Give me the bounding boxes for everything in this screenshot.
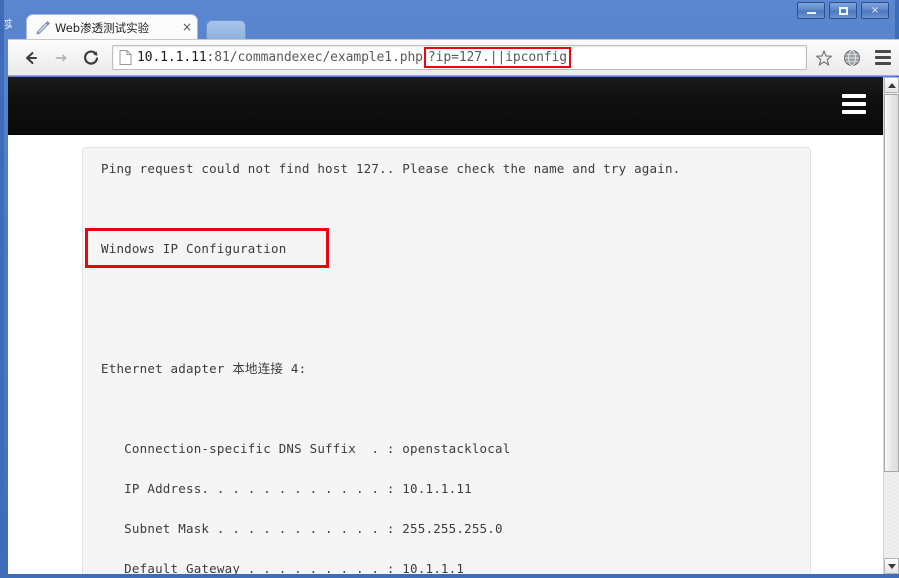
tab-title: Web渗透测试实验 — [55, 20, 150, 35]
url-path: :81/commandexec/example1.php — [206, 50, 423, 65]
navbar-toggle-button[interactable] — [837, 89, 871, 119]
hamburger-bar — [875, 56, 891, 59]
title-bar — [4, 0, 899, 12]
browser-window: 实 × Web渗透测试实验 × 10.1.1.11:81/commandexec… — [0, 0, 899, 578]
triangle-down-icon — [887, 563, 896, 569]
new-tab-button[interactable] — [206, 20, 246, 40]
url-host: 10.1.1.11 — [137, 50, 207, 65]
scroll-down-button[interactable] — [884, 558, 899, 574]
console-line — [101, 402, 792, 442]
reload-button[interactable] — [76, 43, 106, 73]
window-controls: × — [797, 2, 889, 19]
address-bar[interactable]: 10.1.1.11:81/commandexec/example1.php ?ip… — [112, 45, 807, 70]
console-line-ethernet-adapter: Ethernet adapter 本地连接 4: — [101, 361, 307, 376]
console-line — [101, 322, 792, 362]
console-line-default-gateway: Default Gateway . . . . . . . . . : 10.1… — [101, 561, 465, 575]
page-scrollbar[interactable] — [883, 77, 899, 574]
back-button[interactable] — [16, 43, 46, 73]
console-line-dns-suffix: Connection-specific DNS Suffix . : opens… — [101, 441, 511, 456]
browser-menu-button[interactable] — [867, 43, 899, 73]
url-text: 10.1.1.11:81/commandexec/example1.php ?ip… — [137, 47, 571, 68]
scroll-up-button[interactable] — [884, 77, 899, 93]
page-icon — [119, 50, 132, 65]
close-icon: × — [870, 4, 880, 16]
console-line: Ping request could not find host 127.. P… — [101, 161, 681, 176]
tab-strip: Web渗透测试实验 × — [8, 12, 899, 40]
hamburger-bar — [842, 94, 866, 98]
hamburger-bar — [842, 102, 866, 106]
minimize-button[interactable] — [797, 2, 825, 19]
pencil-icon — [35, 20, 51, 36]
reload-icon — [84, 49, 99, 65]
console-line-ip-address: IP Address. . . . . . . . . . . . : 10.1… — [101, 481, 472, 496]
tab-web-pentest[interactable]: Web渗透测试实验 × — [26, 14, 198, 40]
tab-close-icon[interactable]: × — [181, 21, 193, 34]
close-button[interactable]: × — [861, 2, 889, 19]
console-line-windows-ip-configuration: Windows IP Configuration — [101, 241, 287, 256]
browser-toolbar: 10.1.1.11:81/commandexec/example1.php ?ip… — [8, 39, 899, 76]
window-edge-glyph: 实 — [4, 18, 12, 31]
forward-button[interactable] — [46, 43, 76, 73]
window-frame: 实 × Web渗透测试实验 × 10.1.1.11:81/commandexec… — [0, 0, 899, 578]
url-query-highlight: ?ip=127.||ipconfig — [423, 47, 571, 68]
bookmark-button[interactable] — [811, 45, 837, 71]
star-icon — [816, 49, 832, 66]
hamburger-bar — [875, 62, 891, 65]
console-line — [101, 202, 792, 242]
hamburger-bar — [842, 110, 866, 114]
extension-button[interactable] — [837, 43, 867, 73]
site-navbar — [8, 77, 883, 135]
triangle-up-icon — [887, 82, 896, 88]
command-output-panel: Ping request could not find host 127.. P… — [82, 147, 811, 574]
page-viewport: Ping request could not find host 127.. P… — [8, 77, 899, 574]
console-line-subnet-mask: Subnet Mask . . . . . . . . . . . : 255.… — [101, 521, 503, 536]
maximize-button[interactable] — [829, 2, 857, 19]
forward-icon — [55, 54, 67, 61]
console-line — [101, 282, 792, 322]
hamburger-bar — [875, 50, 891, 53]
globe-icon — [844, 49, 860, 66]
back-icon — [26, 51, 37, 64]
scrollbar-thumb[interactable] — [884, 94, 899, 472]
